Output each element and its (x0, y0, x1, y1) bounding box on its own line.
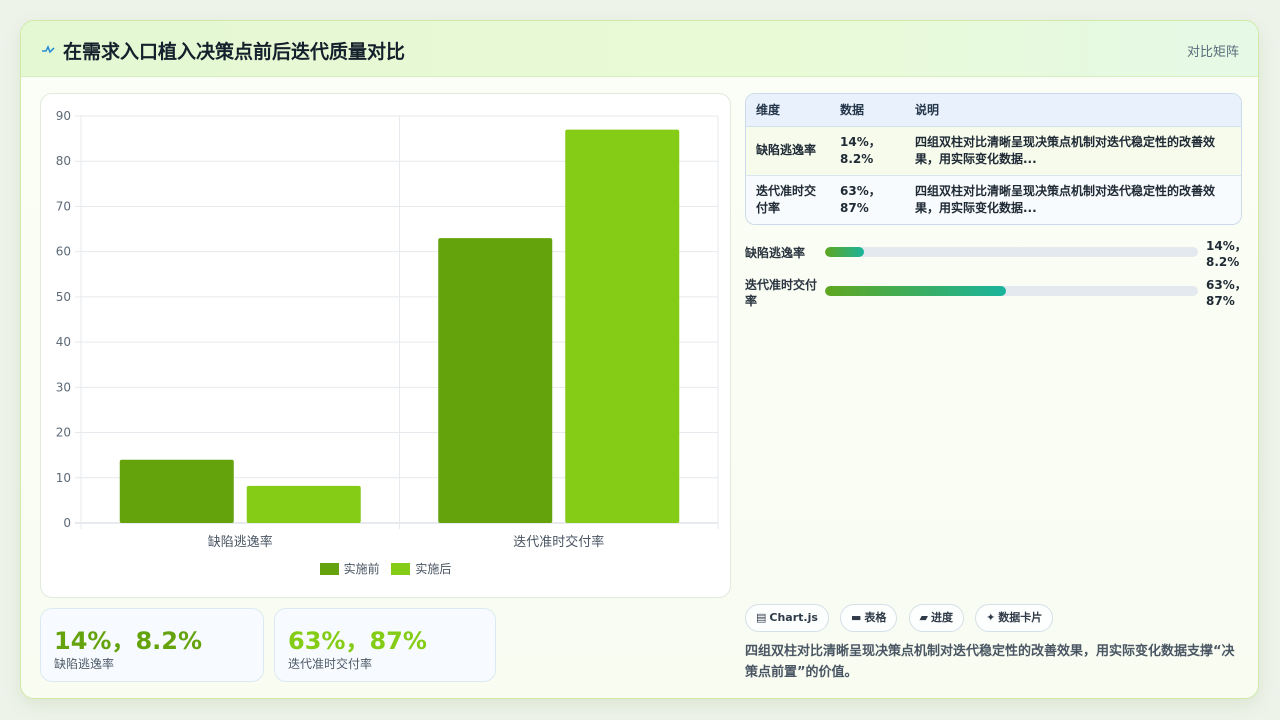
bar-chart: 0 10 20 30 40 50 60 70 80 90 缺陷逃逸率 迭代准时交付率 (56, 109, 719, 550)
y-tick-label: 70 (56, 199, 71, 213)
cell-note: 四组双柱对比清晰呈现决策点机制对迭代稳定性的改善效果，用实际变化数据... (905, 175, 1241, 224)
progress-icon: ▰ (919, 611, 928, 624)
legend-item-before[interactable]: 实施前 (319, 560, 380, 577)
chip-label: 数据卡片 (998, 611, 1043, 624)
legend-swatch-after (391, 563, 411, 575)
table-row: 缺陷逃逸率 14%，8.2% 四组双柱对比清晰呈现决策点机制对迭代稳定性的改善效… (746, 126, 1241, 176)
sparkle-icon: ✦ (986, 611, 996, 624)
cell-dimension: 迭代准时交付率 (746, 175, 830, 224)
stat-label: 缺陷逃逸率 (54, 657, 115, 671)
y-tick-label: 20 (56, 426, 71, 440)
legend-label-before: 实施前 (343, 562, 380, 576)
stat-label: 迭代准时交付率 (288, 657, 373, 671)
y-tick-label: 90 (56, 109, 71, 123)
chip-label: 进度 (930, 611, 953, 624)
stat-value: 14%，8.2% (54, 627, 203, 655)
progress-fill (825, 286, 1006, 296)
bar-chart-panel: 0 10 20 30 40 50 60 70 80 90 缺陷逃逸率 迭代准时交付率 实施前 实施后 (40, 93, 731, 598)
bar (438, 238, 553, 523)
progress-value: 14%，8.2% (1206, 239, 1247, 269)
x-tick-label: 迭代准时交付率 (513, 534, 604, 550)
chip-label: 表格 (864, 611, 887, 624)
progress-row-defect: 缺陷逃逸率 14%，8.2% (745, 238, 1247, 274)
chip-table[interactable]: ▬ 表格 (840, 604, 898, 632)
y-tick-label: 40 (56, 335, 71, 349)
table-header-row: 维度 数据 说明 (746, 94, 1241, 127)
legend-item-after[interactable]: 实施后 (391, 560, 451, 577)
x-tick-label: 缺陷逃逸率 (208, 534, 273, 550)
y-tick-label: 10 (56, 471, 71, 485)
cell-note: 四组双柱对比清晰呈现决策点机制对迭代稳定性的改善效果，用实际变化数据... (905, 126, 1241, 176)
page-title: 在需求入口植入决策点前后迭代质量对比 (63, 41, 406, 63)
bar (246, 485, 361, 523)
chip-progress[interactable]: ▰ 进度 (908, 604, 964, 632)
y-tick-label: 50 (56, 290, 71, 304)
legend-swatch-before (319, 563, 339, 575)
summary-description: 四组双柱对比清晰呈现决策点机制对迭代稳定性的改善效果，用实际变化数据支撑“决策点… (745, 644, 1235, 680)
legend-label-after: 实施后 (415, 562, 452, 576)
column-header-dimension: 维度 (746, 94, 830, 127)
chip-chartjs[interactable]: ▤ Chart.js (745, 604, 829, 632)
chip-data-card[interactable]: ✦ 数据卡片 (975, 604, 1054, 632)
stat-value: 63%，87% (288, 627, 427, 655)
progress-label: 迭代准时交付率 (745, 278, 818, 308)
feature-chips: ▤ Chart.js ▬ 表格 ▰ 进度 ✦ 数据卡片 (745, 604, 1059, 632)
table-row: 迭代准时交付率 63%，87% 四组双柱对比清晰呈现决策点机制对迭代稳定性的改善… (746, 175, 1241, 224)
bar (565, 129, 680, 524)
view-tag[interactable]: 对比矩阵 (1187, 41, 1239, 60)
progress-row-delivery: 迭代准时交付率 63%，87% (745, 277, 1247, 313)
stat-card-defect: 14%，8.2% 缺陷逃逸率 (40, 608, 264, 682)
y-tick-label: 80 (56, 154, 71, 168)
comparison-card: 在需求入口植入决策点前后迭代质量对比 对比矩阵 0 10 20 30 40 50 60 70 8… (20, 20, 1259, 699)
data-table: 维度 数据 说明 缺陷逃逸率 14%，8.2% 四组双柱对比清晰呈现决策点机制对… (745, 93, 1242, 225)
progress-value: 63%，87% (1206, 278, 1247, 308)
column-header-note: 说明 (905, 94, 1241, 127)
pulse-icon (41, 39, 55, 59)
chip-label: Chart.js (769, 611, 818, 624)
cell-data: 14%，8.2% (830, 126, 905, 176)
chart-legend: 实施前 实施后 (41, 560, 730, 577)
card-header: 在需求入口植入决策点前后迭代质量对比 对比矩阵 (21, 21, 1258, 77)
table-icon: ▬ (851, 611, 862, 624)
column-header-data: 数据 (830, 94, 905, 127)
progress-track (825, 247, 1198, 257)
stat-card-delivery: 63%，87% 迭代准时交付率 (274, 608, 496, 682)
y-tick-label: 60 (56, 245, 71, 259)
chart-icon: ▤ (756, 611, 767, 624)
bar (119, 459, 234, 523)
progress-label: 缺陷逃逸率 (745, 246, 806, 260)
progress-fill (825, 247, 865, 257)
cell-data: 63%，87% (830, 175, 905, 224)
y-tick-label: 30 (56, 380, 71, 394)
progress-track (825, 286, 1198, 296)
cell-dimension: 缺陷逃逸率 (746, 126, 830, 176)
y-tick-label: 0 (63, 516, 71, 530)
